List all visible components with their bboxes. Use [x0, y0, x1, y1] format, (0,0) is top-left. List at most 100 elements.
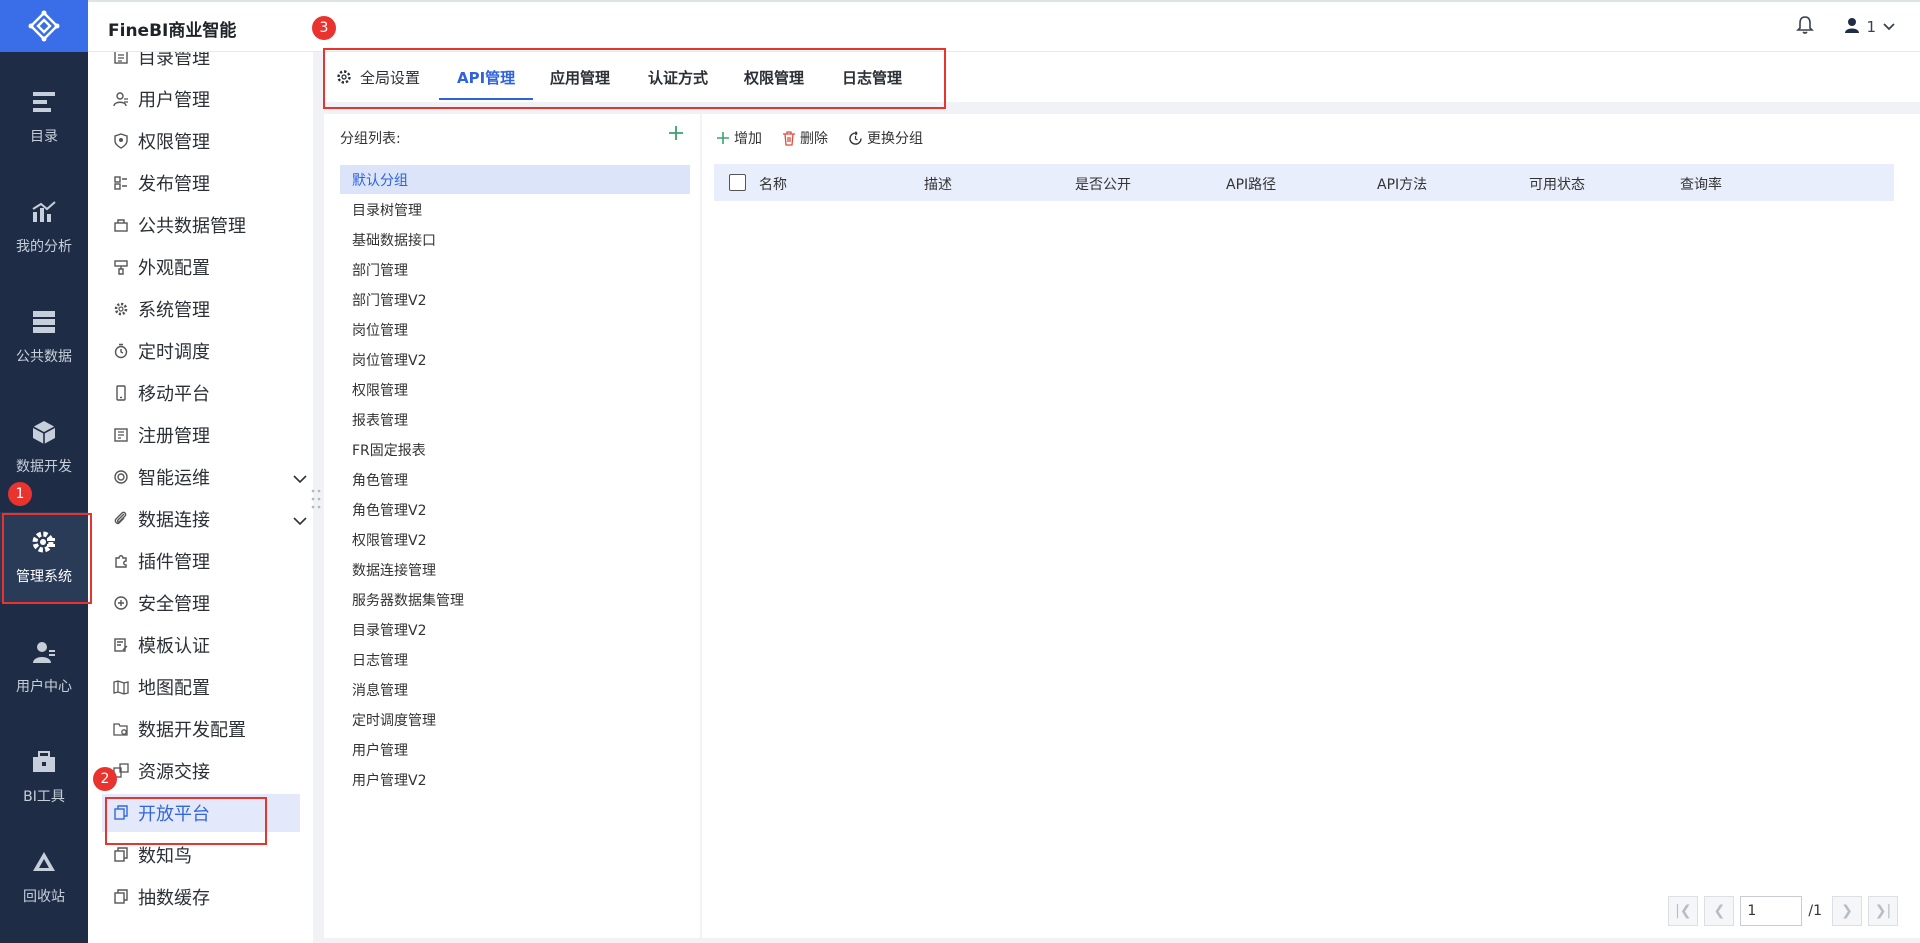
- finebi-logo[interactable]: [0, 0, 88, 52]
- subnav-item-system[interactable]: 系统管理: [112, 290, 313, 328]
- annotation-badge-1: 1: [8, 482, 32, 506]
- page-number-input[interactable]: 1: [1740, 896, 1803, 926]
- subnav-item-register[interactable]: 注册管理: [112, 416, 313, 454]
- group-item[interactable]: 默认分组: [340, 165, 690, 194]
- subnav-item-data-dev-config[interactable]: 数据开发配置: [112, 710, 313, 748]
- column-header-query-rate[interactable]: 查询率: [1680, 174, 1722, 194]
- group-item[interactable]: 定时调度管理: [340, 705, 690, 734]
- group-item[interactable]: 数据连接管理: [340, 555, 690, 584]
- subnav-item-catalog-manage[interactable]: 目录管理: [112, 52, 313, 76]
- rail-item-recycle-bin[interactable]: 回收站: [0, 832, 88, 922]
- template-cert-icon: [112, 636, 130, 654]
- next-page-button[interactable]: ❯: [1832, 896, 1862, 926]
- rail-item-catalog[interactable]: 目录: [0, 72, 88, 162]
- group-item[interactable]: 用户管理: [340, 735, 690, 764]
- catalog-manage-icon: [112, 52, 130, 66]
- annotation-box-admin-system: [2, 513, 92, 604]
- rail-item-data-dev[interactable]: 数据开发: [0, 402, 88, 492]
- system-gear-icon: [112, 300, 130, 318]
- plus-icon: [716, 131, 730, 145]
- group-item[interactable]: 权限管理V2: [340, 525, 690, 554]
- rail-label: 公共数据: [16, 349, 72, 365]
- public-data-icon: [30, 308, 58, 336]
- subnav-item-appearance[interactable]: 外观配置: [112, 248, 313, 286]
- user-manage-icon: [112, 90, 130, 108]
- change-group-button[interactable]: 更换分组: [848, 128, 923, 148]
- group-item[interactable]: FR固定报表: [340, 435, 690, 464]
- group-item[interactable]: 用户管理V2: [340, 765, 690, 794]
- subnav-label: 插件管理: [138, 552, 210, 573]
- rail-item-bi-tools[interactable]: BI工具: [0, 732, 88, 822]
- subnav-label: 模板认证: [138, 636, 210, 657]
- group-item[interactable]: 目录管理V2: [340, 615, 690, 644]
- subnav-item-map[interactable]: 地图配置: [112, 668, 313, 706]
- subnav-item-permission[interactable]: 权限管理: [112, 122, 313, 160]
- resize-handle[interactable]: [310, 488, 322, 510]
- toolbox-icon: [30, 748, 58, 776]
- subnav-label: 公共数据管理: [138, 216, 246, 237]
- column-header-api-path[interactable]: API路径: [1226, 174, 1276, 194]
- group-item[interactable]: 基础数据接口: [340, 225, 690, 254]
- subnav-item-data-connection[interactable]: 数据连接: [112, 500, 313, 538]
- group-item[interactable]: 角色管理V2: [340, 495, 690, 524]
- permission-icon: [112, 132, 130, 150]
- select-all-checkbox[interactable]: [729, 174, 746, 191]
- first-page-icon: |❮: [1675, 903, 1692, 919]
- bell-icon[interactable]: [1796, 15, 1815, 39]
- group-item[interactable]: 权限管理: [340, 375, 690, 404]
- group-item[interactable]: 报表管理: [340, 405, 690, 434]
- group-item[interactable]: 服务器数据集管理: [340, 585, 690, 614]
- subnav-label: 系统管理: [138, 300, 210, 321]
- subnav-item-plugin[interactable]: 插件管理: [112, 542, 313, 580]
- delete-api-button[interactable]: 删除: [782, 128, 828, 148]
- prev-page-button[interactable]: ❮: [1704, 896, 1735, 926]
- group-item[interactable]: 日志管理: [340, 645, 690, 674]
- subnav-item-public-data-manage[interactable]: 公共数据管理: [112, 206, 313, 244]
- group-item[interactable]: 部门管理V2: [340, 285, 690, 314]
- logo-icon: [28, 10, 60, 42]
- add-group-icon[interactable]: [668, 122, 684, 147]
- button-label: 增加: [734, 131, 762, 147]
- subnav-item-extract-cache[interactable]: 抽数缓存: [112, 878, 313, 916]
- column-header-public[interactable]: 是否公开: [1075, 174, 1131, 194]
- app-title: FineBI商业智能: [108, 21, 237, 41]
- catalog-icon: [30, 88, 58, 116]
- group-item[interactable]: 岗位管理: [340, 315, 690, 344]
- group-item[interactable]: 目录树管理: [340, 195, 690, 224]
- appearance-icon: [112, 258, 130, 276]
- public-data-manage-icon: [112, 216, 130, 234]
- last-page-button[interactable]: ❯|: [1868, 896, 1898, 926]
- mobile-icon: [112, 384, 130, 402]
- column-header-status[interactable]: 可用状态: [1529, 174, 1585, 194]
- ops-icon: [112, 468, 130, 486]
- add-api-button[interactable]: 增加: [716, 128, 762, 148]
- subnav-item-user-manage[interactable]: 用户管理: [112, 80, 313, 118]
- subnav-label: 注册管理: [138, 426, 210, 447]
- column-header-name[interactable]: 名称: [759, 174, 787, 194]
- subnav-label: 数据连接: [138, 510, 210, 531]
- subnav-item-security[interactable]: 安全管理: [112, 584, 313, 622]
- subnav-item-mobile[interactable]: 移动平台: [112, 374, 313, 412]
- chevron-down-icon[interactable]: [292, 468, 308, 489]
- annotation-box-open-platform: [105, 797, 267, 845]
- rail-item-public-data[interactable]: 公共数据: [0, 292, 88, 382]
- first-page-button[interactable]: |❮: [1668, 896, 1699, 926]
- column-header-description[interactable]: 描述: [924, 174, 952, 194]
- user-menu[interactable]: 1: [1844, 17, 1896, 37]
- group-item[interactable]: 角色管理: [340, 465, 690, 494]
- subnav-item-template-cert[interactable]: 模板认证: [112, 626, 313, 664]
- link-icon: [112, 510, 130, 528]
- column-header-api-method[interactable]: API方法: [1377, 174, 1427, 194]
- user-center-icon: [30, 638, 58, 666]
- subnav-label: 用户管理: [138, 90, 210, 111]
- group-item[interactable]: 岗位管理V2: [340, 345, 690, 374]
- subnav-item-ops[interactable]: 智能运维: [112, 458, 313, 496]
- subnav-item-timer[interactable]: 定时调度: [112, 332, 313, 370]
- group-item[interactable]: 部门管理: [340, 255, 690, 284]
- group-item[interactable]: 消息管理: [340, 675, 690, 704]
- subnav-item-publish[interactable]: 发布管理: [112, 164, 313, 202]
- chevron-down-icon[interactable]: [292, 510, 308, 531]
- rail-item-analysis[interactable]: 我的分析: [0, 182, 88, 272]
- rail-item-user-center[interactable]: 用户中心: [0, 622, 88, 712]
- subnav-item-resource-handover[interactable]: 资源交接: [112, 752, 313, 790]
